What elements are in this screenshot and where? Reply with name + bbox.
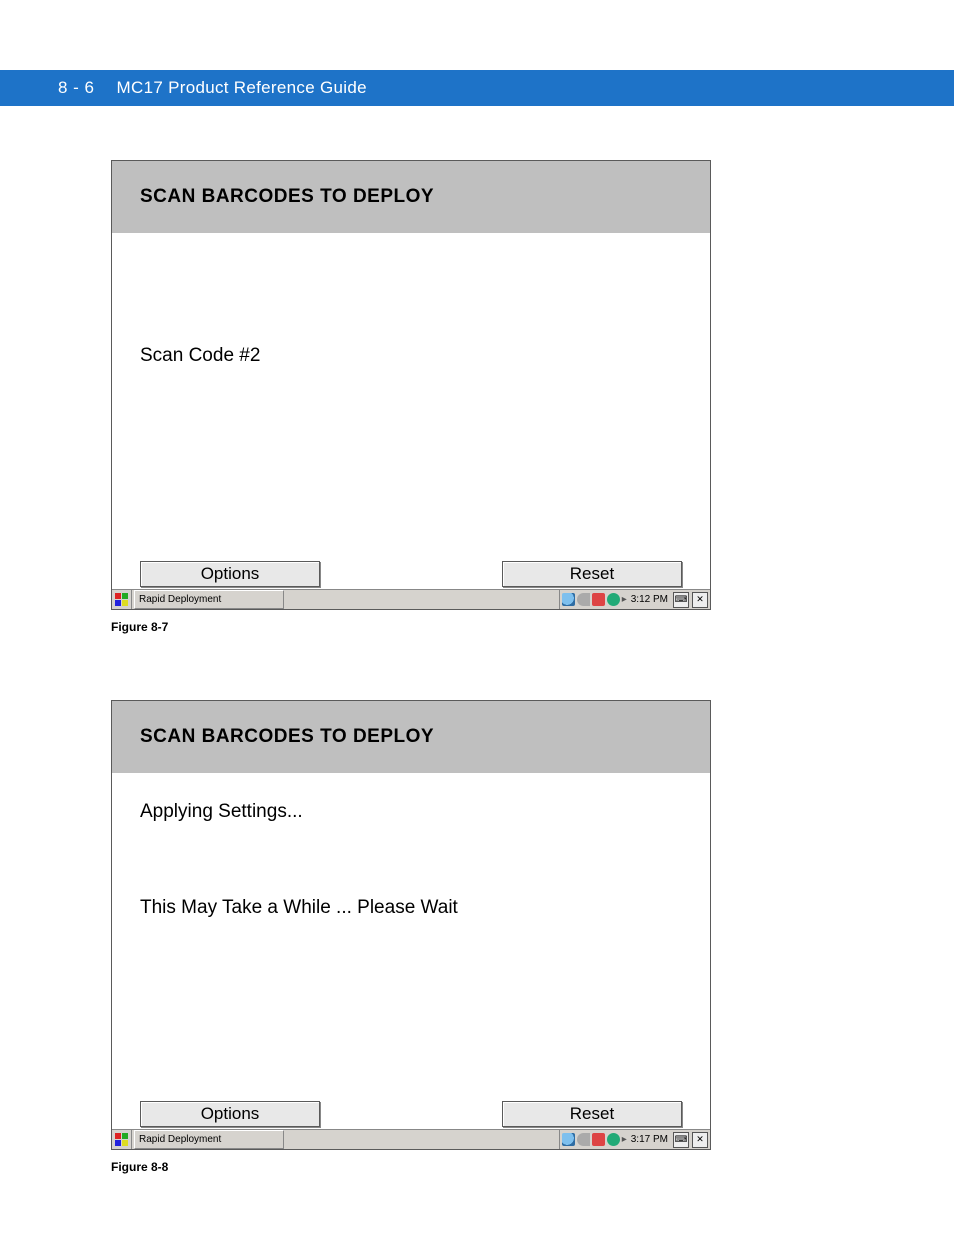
- window-title-bar: SCAN BARCODES TO DEPLOY: [112, 701, 710, 773]
- sip-keyboard-button[interactable]: ⌨: [673, 1132, 689, 1148]
- options-button[interactable]: Options: [140, 561, 320, 587]
- desktop-button[interactable]: ✕: [692, 1132, 708, 1148]
- tray-separator: ▸: [622, 594, 627, 605]
- clock[interactable]: 3:12 PM: [629, 594, 670, 605]
- globe-icon[interactable]: [562, 593, 575, 606]
- options-button[interactable]: Options: [140, 1101, 320, 1127]
- status-line-1: Applying Settings...: [140, 801, 682, 823]
- device-window-2: SCAN BARCODES TO DEPLOY Applying Setting…: [111, 700, 711, 1150]
- sip-keyboard-button[interactable]: ⌨: [673, 592, 689, 608]
- figure-caption: Figure 8-8: [111, 1160, 711, 1174]
- page-number: 8 - 6: [58, 78, 95, 98]
- reset-button[interactable]: Reset: [502, 561, 682, 587]
- start-button[interactable]: [112, 1130, 132, 1149]
- figure-8-7: SCAN BARCODES TO DEPLOY Scan Code #2 Opt…: [111, 160, 711, 634]
- network-icon[interactable]: [592, 1133, 605, 1146]
- window-title-bar: SCAN BARCODES TO DEPLOY: [112, 161, 710, 233]
- taskbar-app-button[interactable]: Rapid Deployment: [134, 590, 284, 609]
- windows-flag-icon: [115, 1133, 129, 1147]
- globe-icon[interactable]: [562, 1133, 575, 1146]
- window-title: SCAN BARCODES TO DEPLOY: [140, 726, 434, 748]
- windows-flag-icon: [115, 593, 129, 607]
- sync-icon[interactable]: [607, 1133, 620, 1146]
- taskbar: Rapid Deployment ▸ 3:12 PM ⌨ ✕: [112, 589, 710, 609]
- taskbar-app-button[interactable]: Rapid Deployment: [134, 1130, 284, 1149]
- window-button-row: Options Reset: [112, 561, 710, 589]
- taskbar-spacer: [284, 590, 559, 609]
- network-icon[interactable]: [592, 593, 605, 606]
- taskbar: Rapid Deployment ▸ 3:17 PM ⌨ ✕: [112, 1129, 710, 1149]
- sync-icon[interactable]: [607, 593, 620, 606]
- system-tray: ▸ 3:17 PM ⌨ ✕: [559, 1130, 710, 1149]
- page-header-bar: 8 - 6 MC17 Product Reference Guide: [0, 70, 954, 106]
- document-page: 8 - 6 MC17 Product Reference Guide SCAN …: [0, 0, 954, 1235]
- window-title: SCAN BARCODES TO DEPLOY: [140, 186, 434, 208]
- figure-8-8: SCAN BARCODES TO DEPLOY Applying Setting…: [111, 700, 711, 1174]
- tray-separator: ▸: [622, 1134, 627, 1145]
- volume-icon[interactable]: [577, 593, 590, 606]
- start-button[interactable]: [112, 590, 132, 609]
- taskbar-spacer: [284, 1130, 559, 1149]
- status-line-2: This May Take a While ... Please Wait: [140, 897, 682, 919]
- reset-button[interactable]: Reset: [502, 1101, 682, 1127]
- window-button-row: Options Reset: [112, 1101, 710, 1129]
- device-window-1: SCAN BARCODES TO DEPLOY Scan Code #2 Opt…: [111, 160, 711, 610]
- figure-caption: Figure 8-7: [111, 620, 711, 634]
- window-body: Scan Code #2: [112, 233, 710, 565]
- window-body: Applying Settings... This May Take a Whi…: [112, 773, 710, 1105]
- desktop-button[interactable]: ✕: [692, 592, 708, 608]
- clock[interactable]: 3:17 PM: [629, 1134, 670, 1145]
- page-title: MC17 Product Reference Guide: [117, 78, 367, 98]
- system-tray: ▸ 3:12 PM ⌨ ✕: [559, 590, 710, 609]
- scan-code-label: Scan Code #2: [140, 345, 682, 367]
- volume-icon[interactable]: [577, 1133, 590, 1146]
